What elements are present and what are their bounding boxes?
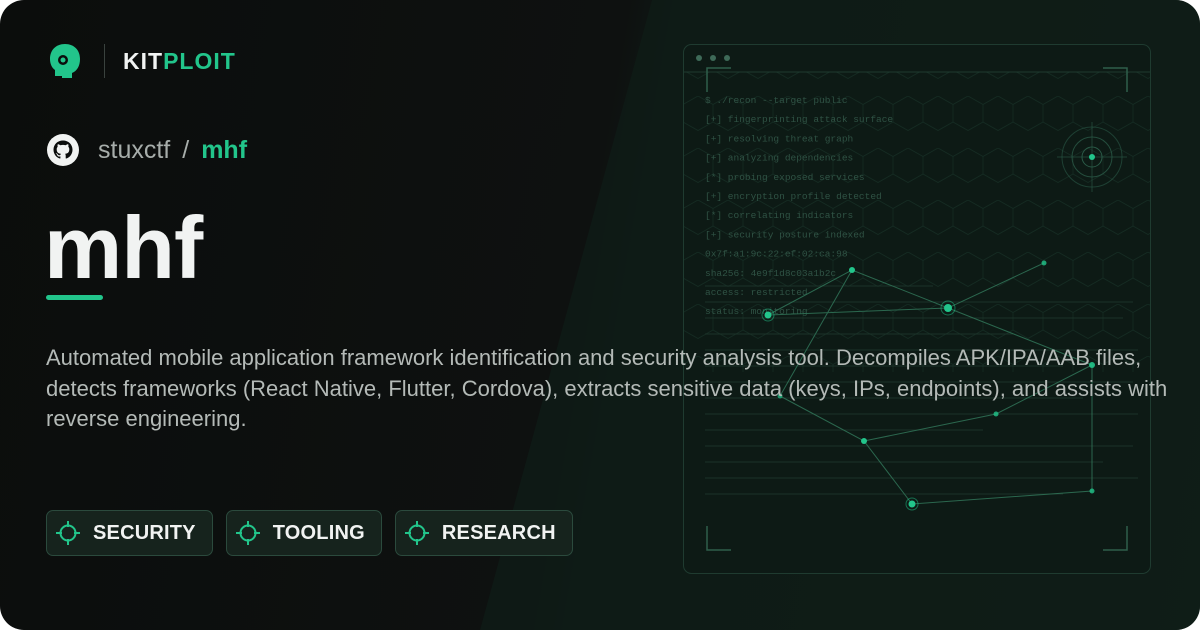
repo-separator: / [182, 135, 190, 164]
brand-separator [104, 44, 105, 78]
window-dots-icon [696, 55, 730, 61]
tag-label: RESEARCH [441, 521, 556, 544]
terminal-line: status: monitoring [705, 306, 808, 317]
terminal-line: [*] probing exposed services [705, 172, 865, 183]
kitploit-head-icon [50, 44, 80, 78]
terminal-line: [*] correlating indicators [705, 210, 853, 221]
brand[interactable]: KITPLOIT [46, 42, 236, 80]
terminal-line: [+] security posture indexed [705, 229, 865, 240]
crosshair-icon [235, 521, 260, 545]
terminal-line: [+] analyzing dependencies [705, 153, 853, 164]
crosshair-icon [404, 521, 429, 545]
brand-name: KITPLOIT [123, 48, 236, 75]
page-title: mhf [44, 198, 203, 297]
terminal-line: 0x7f:a1:9c:22:ef:02:ca:98 [705, 249, 848, 260]
github-icon [47, 134, 79, 166]
repo-name[interactable]: mhf [201, 136, 247, 165]
tag-research[interactable]: RESEARCH [394, 510, 573, 556]
card: $ ./recon --target public [+] fingerprint… [0, 0, 1200, 630]
tag-label: TOOLING [272, 521, 365, 544]
tag-tooling[interactable]: TOOLING [225, 510, 382, 556]
tag-label: SECURITY [93, 521, 196, 544]
terminal-line: access: restricted [705, 287, 808, 298]
terminal-line: sha256: 4e9f1d8c03a1b2c [705, 268, 836, 279]
terminal-graphic: $ ./recon --target public [+] fingerprint… [683, 44, 1151, 574]
tag-security[interactable]: SECURITY [46, 510, 213, 556]
title-underline [46, 295, 103, 300]
brand-ploit: PLOIT [163, 47, 236, 74]
tag-list: SECURITY TOOLING RESEARCH [46, 510, 573, 556]
brand-kit: KIT [123, 47, 164, 74]
crosshair-icon [56, 521, 80, 545]
description: Automated mobile application framework i… [46, 345, 1168, 431]
repo-breadcrumb: stuxctf / mhf [46, 133, 247, 167]
repo-owner[interactable]: stuxctf [98, 136, 170, 165]
terminal-line: [+] resolving threat graph [705, 133, 853, 144]
terminal-line: [+] fingerprinting attack surface [705, 114, 893, 125]
terminal-line: $ ./recon --target public [705, 95, 848, 106]
terminal-line: [+] encryption profile detected [705, 191, 882, 202]
